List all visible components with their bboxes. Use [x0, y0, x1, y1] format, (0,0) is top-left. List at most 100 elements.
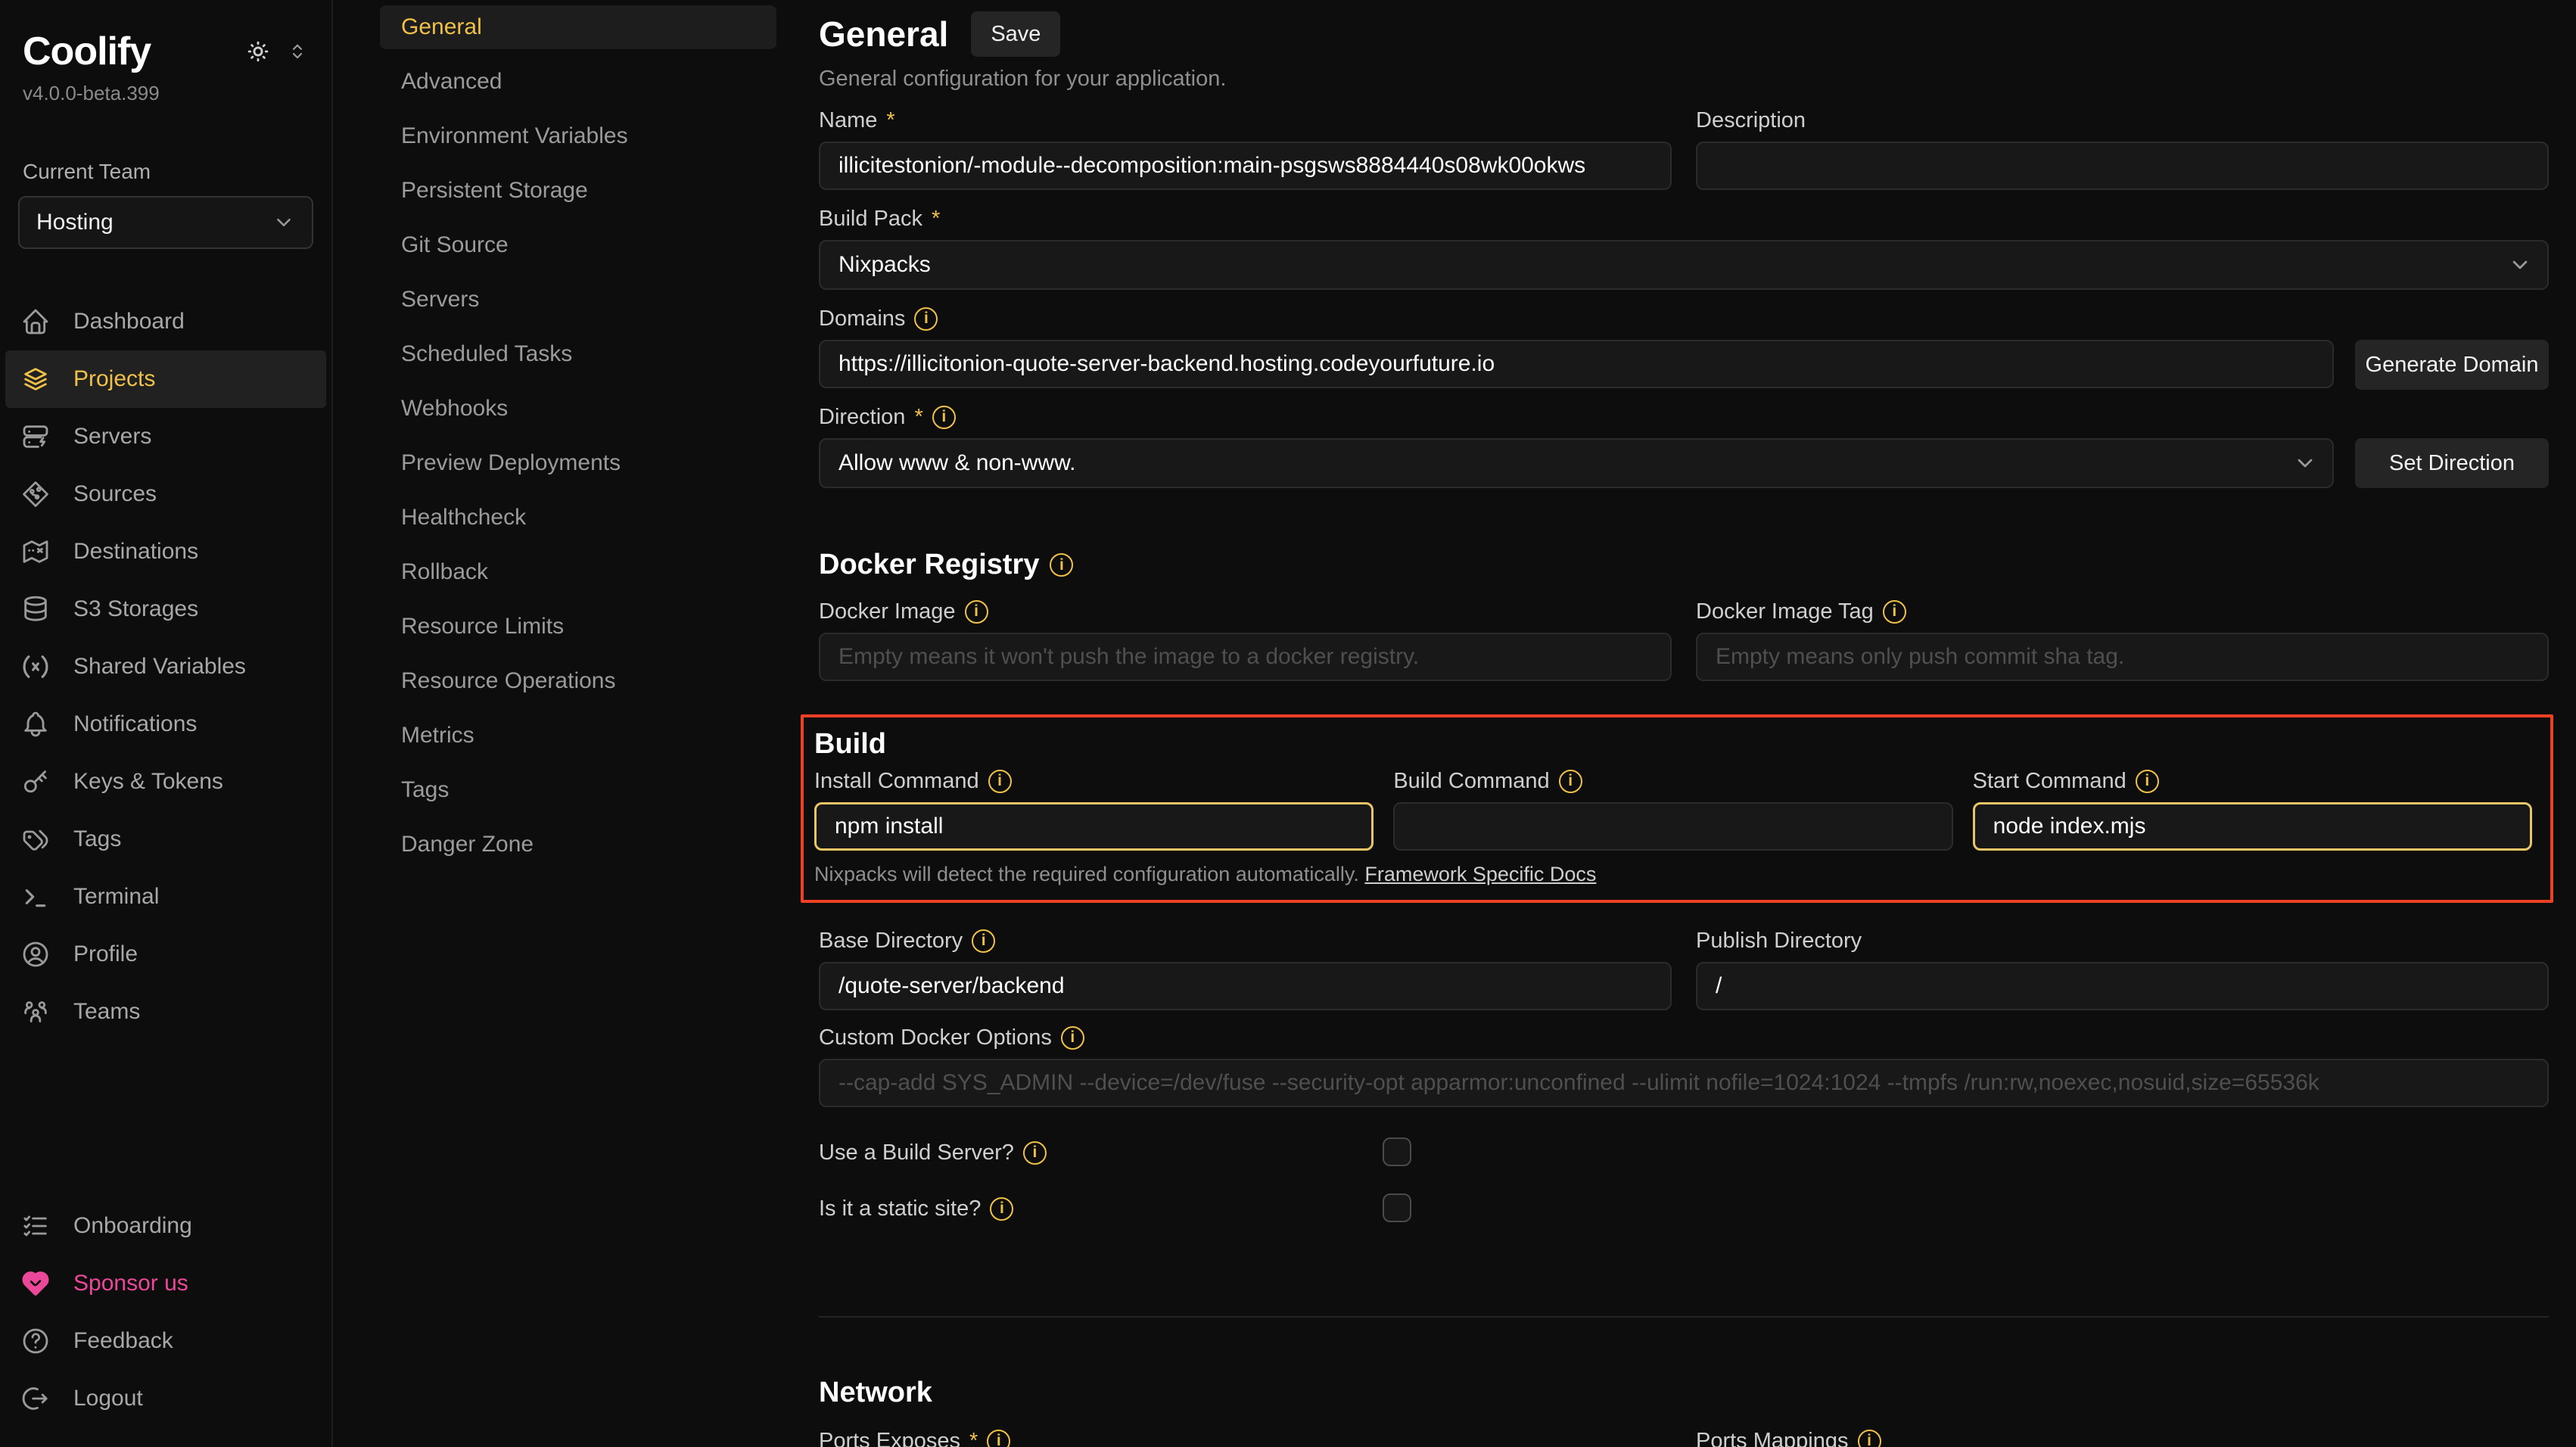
- sidebar-item-tags[interactable]: Tags: [5, 811, 326, 868]
- subnav-item-environment-variables[interactable]: Environment Variables: [380, 114, 776, 158]
- publish-directory-input[interactable]: [1696, 962, 2549, 1010]
- sidebar-item-s3-storages[interactable]: S3 Storages: [5, 580, 326, 638]
- sidebar-item-label: Destinations: [73, 539, 198, 565]
- subnav-item-danger-zone[interactable]: Danger Zone: [380, 823, 776, 867]
- sidebar-item-label: Dashboard: [73, 309, 185, 335]
- docker-image-tag-label: Docker Image Tag: [1696, 596, 2549, 627]
- sidebar-item-label: Notifications: [73, 711, 197, 737]
- chevron-down-icon: [2293, 451, 2317, 475]
- theme-selector-icon[interactable]: [286, 40, 309, 63]
- sidebar-footer: Onboarding Sponsor us Feedback Logout: [0, 1197, 331, 1427]
- chevron-down-icon: [272, 211, 295, 234]
- info-icon: [2136, 770, 2159, 793]
- subnav-item-servers[interactable]: Servers: [380, 278, 776, 322]
- theme-sun-icon[interactable]: [244, 37, 272, 66]
- sidebar-item-keys-tokens[interactable]: Keys & Tokens: [5, 753, 326, 811]
- build-pack-select[interactable]: Nixpacks: [819, 240, 2549, 290]
- required-marker: *: [886, 108, 894, 133]
- home-icon: [20, 307, 51, 337]
- base-directory-label: Base Directory: [819, 926, 1672, 956]
- save-button[interactable]: Save: [971, 11, 1060, 57]
- custom-docker-options-input[interactable]: [819, 1059, 2549, 1107]
- sidebar-item-sources[interactable]: Sources: [5, 465, 326, 523]
- direction-label: Direction*: [819, 402, 2549, 432]
- subnav-item-general[interactable]: General: [380, 5, 776, 49]
- sidebar-item-label: Teams: [73, 999, 140, 1025]
- custom-docker-options-label: Custom Docker Options: [819, 1022, 2549, 1053]
- sidebar-nav: Dashboard Projects Servers Sources Desti…: [0, 293, 331, 1041]
- set-direction-button[interactable]: Set Direction: [2355, 438, 2549, 488]
- subnav-item-healthcheck[interactable]: Healthcheck: [380, 496, 776, 540]
- domains-input[interactable]: [819, 340, 2334, 388]
- team-select[interactable]: Hosting: [18, 196, 313, 249]
- subnav-item-preview-deployments[interactable]: Preview Deployments: [380, 441, 776, 485]
- description-input[interactable]: [1696, 142, 2549, 190]
- sidebar-item-label: Sources: [73, 481, 157, 507]
- sidebar-item-label: Terminal: [73, 884, 159, 910]
- sidebar-item-terminal[interactable]: Terminal: [5, 868, 326, 926]
- sidebar-item-profile[interactable]: Profile: [5, 926, 326, 983]
- publish-directory-label: Publish Directory: [1696, 926, 2549, 956]
- sidebar-item-label: Onboarding: [73, 1213, 192, 1239]
- subnav-item-rollback[interactable]: Rollback: [380, 550, 776, 594]
- info-icon: [1023, 1141, 1047, 1165]
- required-marker: *: [932, 207, 940, 232]
- direction-select[interactable]: Allow www & non-www.: [819, 438, 2334, 488]
- heart-handshake-icon: [20, 1268, 51, 1299]
- sidebar-item-dashboard[interactable]: Dashboard: [5, 293, 326, 350]
- build-command-input[interactable]: [1393, 802, 1952, 851]
- subnav-item-resource-limits[interactable]: Resource Limits: [380, 605, 776, 649]
- subnav-item-webhooks[interactable]: Webhooks: [380, 387, 776, 431]
- info-icon: [1061, 1026, 1084, 1050]
- docker-image-tag-input[interactable]: [1696, 633, 2549, 681]
- variables-icon: [20, 652, 51, 682]
- name-input[interactable]: [819, 142, 1672, 190]
- tags-icon: [20, 824, 51, 854]
- server-icon: [20, 422, 51, 452]
- sidebar-item-destinations[interactable]: Destinations: [5, 523, 326, 580]
- build-command-label: Build Command: [1393, 766, 1952, 796]
- sidebar-item-feedback[interactable]: Feedback: [5, 1312, 326, 1370]
- use-build-server-checkbox[interactable]: [1383, 1137, 1411, 1166]
- start-command-input[interactable]: [1973, 802, 2532, 851]
- subnav-item-advanced[interactable]: Advanced: [380, 60, 776, 104]
- static-site-checkbox[interactable]: [1383, 1193, 1411, 1222]
- terminal-icon: [20, 882, 51, 912]
- base-directory-input[interactable]: [819, 962, 1672, 1010]
- install-command-label: Install Command: [814, 766, 1374, 796]
- sidebar-item-teams[interactable]: Teams: [5, 983, 326, 1041]
- subnav-item-metrics[interactable]: Metrics: [380, 714, 776, 758]
- sidebar-item-projects[interactable]: Projects: [5, 350, 326, 408]
- sidebar: Coolify v4.0.0-beta.399 Current Team Hos…: [0, 0, 333, 1447]
- sidebar-item-label: Feedback: [73, 1328, 173, 1354]
- network-heading: Network: [819, 1377, 2549, 1409]
- chevron-down-icon: [2508, 253, 2532, 277]
- framework-docs-link[interactable]: Framework Specific Docs: [1364, 863, 1596, 885]
- subnav-item-tags[interactable]: Tags: [380, 768, 776, 812]
- sidebar-item-label: Tags: [73, 826, 121, 852]
- sidebar-item-shared-variables[interactable]: Shared Variables: [5, 638, 326, 695]
- info-icon: [1858, 1430, 1881, 1447]
- install-command-input[interactable]: [814, 802, 1374, 851]
- required-marker: *: [914, 405, 922, 430]
- sidebar-item-logout[interactable]: Logout: [5, 1370, 326, 1427]
- subnav-item-resource-operations[interactable]: Resource Operations: [380, 659, 776, 703]
- sidebar-item-onboarding[interactable]: Onboarding: [5, 1197, 326, 1255]
- current-team-label: Current Team: [0, 160, 331, 184]
- sidebar-item-label: Shared Variables: [73, 654, 246, 680]
- sidebar-item-label: Logout: [73, 1386, 143, 1411]
- sidebar-item-sponsor-us[interactable]: Sponsor us: [5, 1255, 326, 1312]
- sidebar-item-label: Servers: [73, 424, 151, 450]
- subnav-item-scheduled-tasks[interactable]: Scheduled Tasks: [380, 332, 776, 376]
- checklist-icon: [20, 1211, 51, 1241]
- info-icon: [987, 1430, 1010, 1447]
- sidebar-item-label: Projects: [73, 366, 155, 392]
- sidebar-item-notifications[interactable]: Notifications: [5, 695, 326, 753]
- subnav-item-persistent-storage[interactable]: Persistent Storage: [380, 169, 776, 213]
- docker-image-input[interactable]: [819, 633, 1672, 681]
- build-section-highlight: Build Install Command Build Command Star…: [801, 714, 2553, 903]
- build-pack-label: Build Pack*: [819, 204, 2549, 234]
- sidebar-item-servers[interactable]: Servers: [5, 408, 326, 465]
- subnav-item-git-source[interactable]: Git Source: [380, 223, 776, 267]
- generate-domain-button[interactable]: Generate Domain: [2355, 340, 2549, 390]
